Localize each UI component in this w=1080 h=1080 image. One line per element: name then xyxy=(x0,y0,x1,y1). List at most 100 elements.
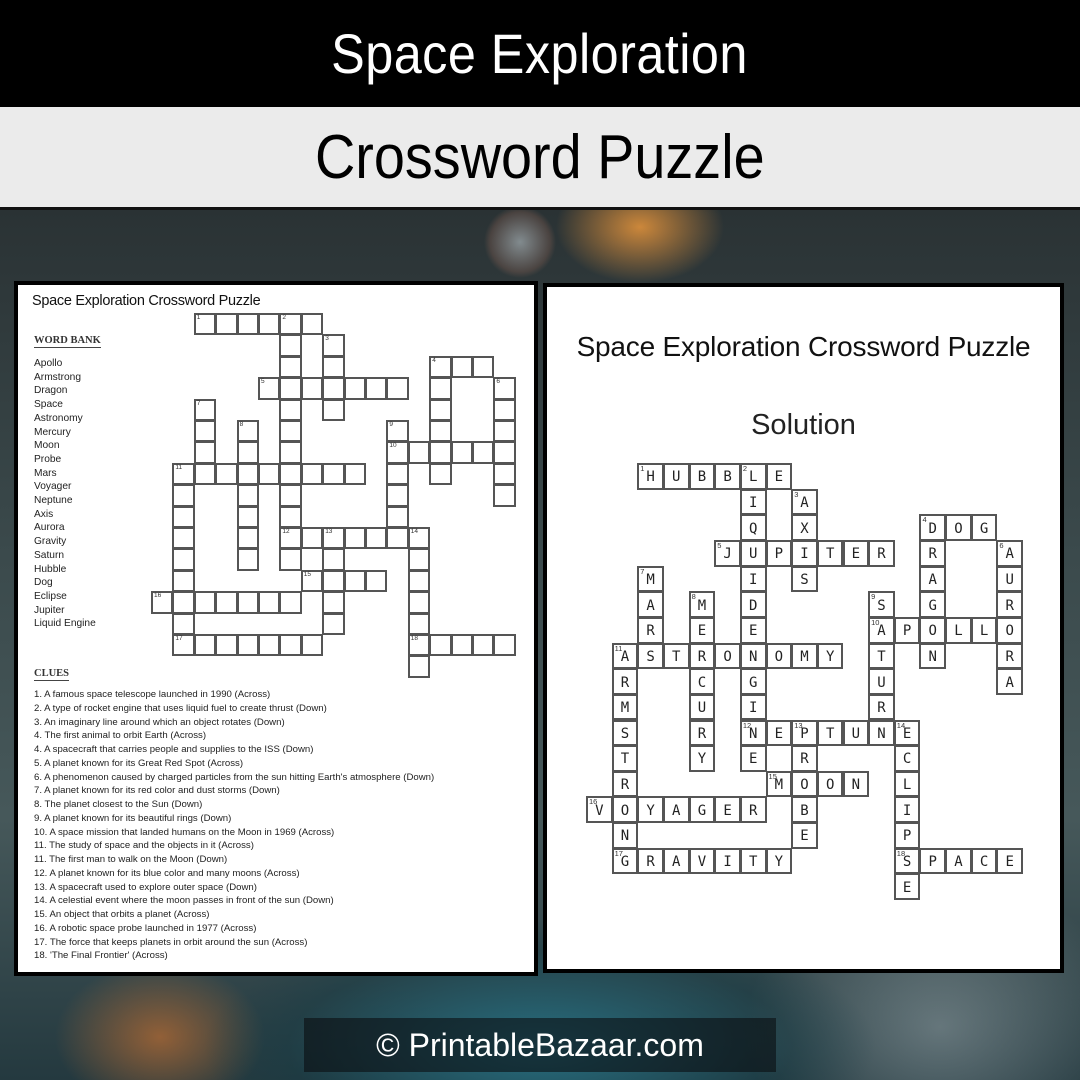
crossword-cell[interactable] xyxy=(279,355,302,379)
crossword-cell[interactable] xyxy=(279,484,302,507)
crossword-cell[interactable] xyxy=(322,548,345,571)
crossword-cell[interactable] xyxy=(429,462,452,486)
crossword-cell[interactable] xyxy=(172,548,195,571)
crossword-cell[interactable]: 2 xyxy=(279,313,302,336)
crossword-cell[interactable] xyxy=(343,527,366,550)
crossword-cell[interactable] xyxy=(429,377,452,400)
crossword-cell[interactable] xyxy=(300,377,324,400)
crossword-cell[interactable] xyxy=(386,527,409,550)
crossword-cell[interactable] xyxy=(343,377,366,400)
crossword-cell[interactable] xyxy=(236,441,259,464)
crossword-cell[interactable] xyxy=(300,313,324,336)
crossword-cell[interactable] xyxy=(493,484,516,507)
crossword-cell[interactable] xyxy=(193,462,217,486)
crossword-cell[interactable] xyxy=(279,377,302,400)
crossword-cell[interactable] xyxy=(386,377,409,400)
crossword-cell[interactable]: 15 xyxy=(300,569,324,593)
crossword-cell[interactable] xyxy=(322,355,345,379)
crossword-cell[interactable] xyxy=(258,462,281,486)
crossword-cell[interactable] xyxy=(407,441,431,464)
crossword-cell[interactable] xyxy=(493,398,516,421)
crossword-cell[interactable] xyxy=(279,462,302,486)
crossword-cell[interactable] xyxy=(322,398,345,421)
crossword-cell[interactable] xyxy=(215,313,238,336)
crossword-cell[interactable] xyxy=(450,441,473,464)
crossword-cell[interactable] xyxy=(172,612,195,635)
crossword-cell[interactable] xyxy=(386,462,409,486)
crossword-cell[interactable] xyxy=(279,441,302,464)
crossword-cell[interactable] xyxy=(343,569,366,593)
crossword-cell[interactable] xyxy=(493,634,516,657)
crossword-cell[interactable] xyxy=(322,377,345,400)
crossword-cell[interactable] xyxy=(279,398,302,421)
crossword-cell[interactable] xyxy=(429,398,452,421)
crossword-cell[interactable] xyxy=(407,548,431,571)
crossword-cell[interactable]: 3 xyxy=(322,334,345,357)
crossword-cell[interactable]: 12 xyxy=(279,527,302,550)
crossword-cell[interactable]: 11 xyxy=(172,462,195,486)
crossword-cell[interactable] xyxy=(172,505,195,528)
crossword-cell[interactable] xyxy=(236,591,259,614)
crossword-cell[interactable]: 10 xyxy=(386,441,409,464)
crossword-cell[interactable] xyxy=(343,462,366,486)
crossword-cell[interactable] xyxy=(172,569,195,593)
crossword-cell[interactable] xyxy=(236,548,259,571)
crossword-cell[interactable] xyxy=(322,612,345,635)
crossword-cell[interactable]: 16 xyxy=(151,591,174,614)
crossword-cell[interactable] xyxy=(279,548,302,571)
crossword-cell[interactable] xyxy=(279,505,302,528)
crossword-cell[interactable] xyxy=(258,634,281,657)
crossword-cell[interactable] xyxy=(279,634,302,657)
crossword-cell[interactable] xyxy=(193,634,217,657)
crossword-cell[interactable] xyxy=(365,527,388,550)
crossword-cell[interactable]: 13 xyxy=(322,527,345,550)
crossword-cell[interactable]: 14 xyxy=(407,527,431,550)
crossword-cell[interactable] xyxy=(429,634,452,657)
crossword-cell[interactable] xyxy=(236,527,259,550)
crossword-cell[interactable] xyxy=(193,591,217,614)
crossword-cell[interactable] xyxy=(429,420,452,443)
crossword-cell[interactable]: 9 xyxy=(386,420,409,443)
crossword-cell[interactable] xyxy=(236,313,259,336)
crossword-cell[interactable]: 1 xyxy=(193,313,217,336)
crossword-cell[interactable]: 17 xyxy=(172,634,195,657)
crossword-cell[interactable] xyxy=(493,441,516,464)
crossword-cell[interactable] xyxy=(279,591,302,614)
crossword-cell[interactable] xyxy=(407,569,431,593)
crossword-cell[interactable] xyxy=(236,634,259,657)
crossword-cell[interactable] xyxy=(386,505,409,528)
crossword-cell[interactable] xyxy=(493,462,516,486)
crossword-cell[interactable]: 7 xyxy=(193,398,217,421)
crossword-cell[interactable]: 18 xyxy=(407,634,431,657)
crossword-cell[interactable] xyxy=(300,527,324,550)
crossword-cell[interactable] xyxy=(172,484,195,507)
crossword-cell[interactable] xyxy=(236,505,259,528)
crossword-cell[interactable] xyxy=(172,527,195,550)
crossword-cell[interactable] xyxy=(215,591,238,614)
crossword-cell[interactable] xyxy=(300,462,324,486)
crossword-cell[interactable]: 8 xyxy=(236,420,259,443)
crossword-cell[interactable] xyxy=(193,420,217,443)
crossword-cell[interactable] xyxy=(365,377,388,400)
crossword-cell[interactable] xyxy=(472,441,495,464)
crossword-cell[interactable] xyxy=(493,420,516,443)
crossword-cell[interactable] xyxy=(236,462,259,486)
crossword-cell[interactable] xyxy=(193,441,217,464)
crossword-cell[interactable] xyxy=(450,355,473,379)
crossword-cell[interactable] xyxy=(322,462,345,486)
crossword-cell[interactable] xyxy=(429,441,452,464)
crossword-cell[interactable] xyxy=(215,634,238,657)
crossword-cell[interactable] xyxy=(322,591,345,614)
crossword-cell[interactable] xyxy=(472,355,495,379)
crossword-cell[interactable] xyxy=(258,313,281,336)
crossword-cell[interactable] xyxy=(472,634,495,657)
crossword-cell[interactable]: 5 xyxy=(258,377,281,400)
crossword-cell[interactable] xyxy=(215,462,238,486)
crossword-cell[interactable] xyxy=(172,591,195,614)
crossword-cell[interactable] xyxy=(258,591,281,614)
crossword-cell[interactable] xyxy=(322,569,345,593)
crossword-cell[interactable]: 6 xyxy=(493,377,516,400)
crossword-cell[interactable] xyxy=(450,634,473,657)
crossword-cell[interactable] xyxy=(279,420,302,443)
crossword-cell[interactable] xyxy=(407,655,431,678)
